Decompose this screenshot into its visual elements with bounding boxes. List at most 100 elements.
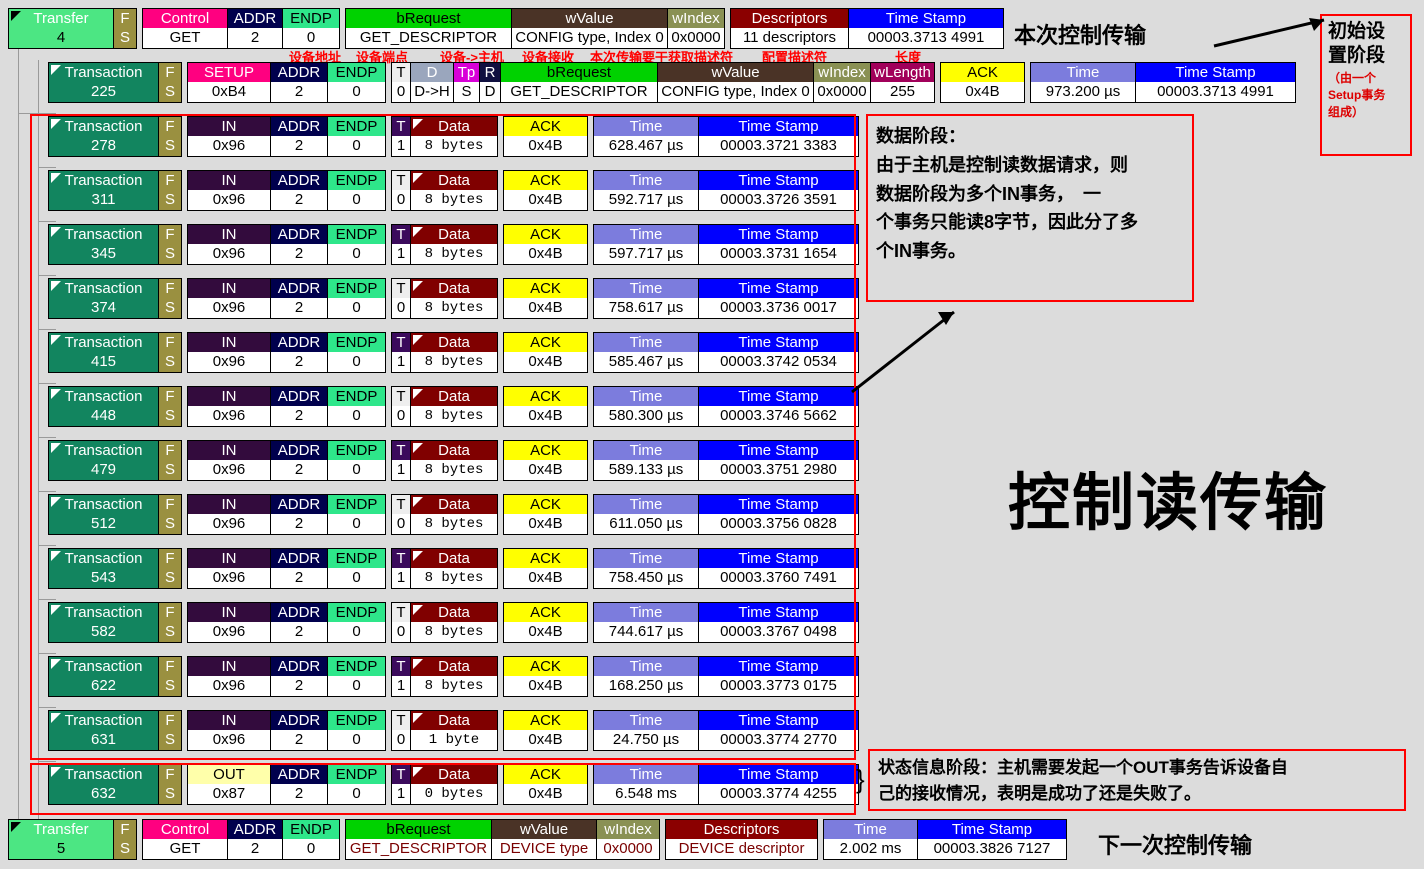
token-group[interactable]: IN 0x96 ADDR 2 ENDP 0 — [187, 710, 386, 751]
data-group[interactable]: T 0 Data 8 bytes — [391, 494, 498, 535]
token-group[interactable]: IN 0x96 ADDR 2 ENDP 0 — [187, 494, 386, 535]
data-group[interactable]: T 0 Data 8 bytes — [391, 278, 498, 319]
ack-group[interactable]: ACK 0x4B — [503, 332, 588, 373]
setup-request-group[interactable]: T 0 D D->H Tp S R D bRequest GET_DESCRIP… — [391, 62, 935, 103]
ack-group[interactable]: ACK 0x4B — [503, 656, 588, 697]
transfer-fields-group[interactable]: Control GET ADDR 2 ENDP 0 — [142, 819, 340, 860]
ack-group[interactable]: ACK 0x4B — [503, 278, 588, 319]
table-row[interactable]: Transaction 278 F S IN 0x96 ADDR 2 ENDP 0 T 1 Data 8 … — [48, 116, 864, 157]
transaction-id-group[interactable]: Transaction 415 F S — [48, 332, 182, 373]
setup-transaction-row[interactable]: Transaction 225 F S SETUP 0xB4 ADDR 2 EN… — [48, 62, 1301, 103]
token-group[interactable]: OUT 0x87 ADDR 2 ENDP 0 — [187, 764, 386, 805]
transaction-id-group[interactable]: Transaction 479 F S — [48, 440, 182, 481]
setup-ack-group[interactable]: ACK 0x4B — [940, 62, 1025, 103]
table-row[interactable]: Transaction 631 F S IN 0x96 ADDR 2 ENDP 0 T 0 Data 1 … — [48, 710, 864, 751]
timing-group[interactable]: Time 580.300 µs Time Stamp 00003.3746 5662 — [593, 386, 859, 427]
table-row[interactable]: Transaction 622 F S IN 0x96 ADDR 2 ENDP 0 T 1 Data 8 … — [48, 656, 864, 697]
transfer-id-group[interactable]: Transfer 4 F S — [8, 8, 137, 49]
table-row[interactable]: Transaction 479 F S IN 0x96 ADDR 2 ENDP 0 T 1 Data 8 … — [48, 440, 864, 481]
transaction-id-group[interactable]: Transaction 622 F S — [48, 656, 182, 697]
timing-group[interactable]: Time 758.617 µs Time Stamp 00003.3736 0017 — [593, 278, 859, 319]
timing-group[interactable]: Time 758.450 µs Time Stamp 00003.3760 7491 — [593, 548, 859, 589]
transaction-id-group[interactable]: Transaction 512 F S — [48, 494, 182, 535]
data-group[interactable]: T 1 Data 8 bytes — [391, 440, 498, 481]
transfer-id-group[interactable]: Transfer 5 F S — [8, 819, 137, 860]
timing-group[interactable]: Time 168.250 µs Time Stamp 00003.3773 0175 — [593, 656, 859, 697]
table-row[interactable]: Transaction 512 F S IN 0x96 ADDR 2 ENDP 0 T 0 Data 8 … — [48, 494, 864, 535]
transaction-id-group[interactable]: Transaction 278 F S — [48, 116, 182, 157]
timing-group[interactable]: Time 585.467 µs Time Stamp 00003.3742 0534 — [593, 332, 859, 373]
setup-timing-group[interactable]: Time 973.200 µs Time Stamp 00003.3713 49… — [1030, 62, 1296, 103]
next-transfer-callout: 下一次控制传输 — [1098, 833, 1253, 858]
token-group[interactable]: IN 0x96 ADDR 2 ENDP 0 — [187, 440, 386, 481]
token-group[interactable]: IN 0x96 ADDR 2 ENDP 0 — [187, 602, 386, 643]
table-row[interactable]: Transaction 345 F S IN 0x96 ADDR 2 ENDP 0 T 1 Data 8 … — [48, 224, 864, 265]
transfer-descriptor-group[interactable]: Descriptors 11 descriptors Time Stamp 00… — [730, 8, 1004, 49]
table-row[interactable]: Transaction 632 F S OUT 0x87 ADDR 2 ENDP 0 T 1 Data 0… — [48, 764, 864, 805]
ack-group[interactable]: ACK 0x4B — [503, 170, 588, 211]
data-group[interactable]: T 1 Data 0 bytes — [391, 764, 498, 805]
token-group[interactable]: IN 0x96 ADDR 2 ENDP 0 — [187, 386, 386, 427]
transaction-id-group[interactable]: Transaction 448 F S — [48, 386, 182, 427]
transaction-id-group[interactable]: Transaction 345 F S — [48, 224, 182, 265]
token-group[interactable]: IN 0x96 ADDR 2 ENDP 0 — [187, 548, 386, 589]
ack-group[interactable]: ACK 0x4B — [503, 710, 588, 751]
ack-group[interactable]: ACK 0x4B — [503, 494, 588, 535]
table-row[interactable]: Transaction 415 F S IN 0x96 ADDR 2 ENDP 0 T 1 Data 8 … — [48, 332, 864, 373]
endp-label: ENDP — [328, 387, 385, 406]
token-group[interactable]: IN 0x96 ADDR 2 ENDP 0 — [187, 656, 386, 697]
table-row[interactable]: Transaction 448 F S IN 0x96 ADDR 2 ENDP 0 T 0 Data 8 … — [48, 386, 864, 427]
transaction-id-group[interactable]: Transaction 582 F S — [48, 602, 182, 643]
token-group[interactable]: IN 0x96 ADDR 2 ENDP 0 — [187, 224, 386, 265]
ack-group[interactable]: ACK 0x4B — [503, 116, 588, 157]
timing-group[interactable]: Time 24.750 µs Time Stamp 00003.3774 2770 — [593, 710, 859, 751]
data-group[interactable]: T 0 Data 1 byte — [391, 710, 498, 751]
table-row[interactable]: Transaction 311 F S IN 0x96 ADDR 2 ENDP 0 T 0 Data 8 … — [48, 170, 864, 211]
transfer-request-group[interactable]: bRequest GET_DESCRIPTOR wValue CONFIG ty… — [345, 8, 725, 49]
pid-value: 0x96 — [188, 352, 270, 372]
timing-group[interactable]: Time 597.717 µs Time Stamp 00003.3731 1654 — [593, 224, 859, 265]
data-group[interactable]: T 0 Data 8 bytes — [391, 170, 498, 211]
setup-token-group[interactable]: SETUP 0xB4 ADDR 2 ENDP 0 — [187, 62, 386, 103]
transaction-id-group[interactable]: Transaction 543 F S — [48, 548, 182, 589]
timing-group[interactable]: Time 6.548 ms Time Stamp 00003.3774 4255 — [593, 764, 859, 805]
transaction-id-group[interactable]: Transaction 632 F S — [48, 764, 182, 805]
token-group[interactable]: IN 0x96 ADDR 2 ENDP 0 — [187, 332, 386, 373]
token-group[interactable]: IN 0x96 ADDR 2 ENDP 0 — [187, 278, 386, 319]
data-group[interactable]: T 1 Data 8 bytes — [391, 548, 498, 589]
transfer-fields-group[interactable]: Control GET ADDR 2 ENDP 0 — [142, 8, 340, 49]
transaction-id-group[interactable]: Transaction 311 F S — [48, 170, 182, 211]
ack-group[interactable]: ACK 0x4B — [503, 440, 588, 481]
token-group[interactable]: IN 0x96 ADDR 2 ENDP 0 — [187, 116, 386, 157]
data-group[interactable]: T 0 Data 8 bytes — [391, 386, 498, 427]
token-group[interactable]: IN 0x96 ADDR 2 ENDP 0 — [187, 170, 386, 211]
transfer-request-group[interactable]: bRequest GET_DESCRIPTOR wValue DEVICE ty… — [345, 819, 660, 860]
table-row[interactable]: Transaction 374 F S IN 0x96 ADDR 2 ENDP 0 T 0 Data 8 … — [48, 278, 864, 319]
timestamp-label: Time Stamp — [699, 657, 858, 676]
ack-value: 0x4B — [504, 622, 587, 642]
timing-group[interactable]: Time 628.467 µs Time Stamp 00003.3721 3383 — [593, 116, 859, 157]
data-group[interactable]: T 1 Data 8 bytes — [391, 332, 498, 373]
data-group[interactable]: T 1 Data 8 bytes — [391, 656, 498, 697]
ack-group[interactable]: ACK 0x4B — [503, 602, 588, 643]
table-row[interactable]: Transaction 582 F S IN 0x96 ADDR 2 ENDP 0 T 0 Data 8 … — [48, 602, 864, 643]
data-group[interactable]: T 1 Data 8 bytes — [391, 116, 498, 157]
ack-group[interactable]: ACK 0x4B — [503, 386, 588, 427]
transfer-descriptor-group[interactable]: Descriptors DEVICE descriptor — [665, 819, 818, 860]
ack-group[interactable]: ACK 0x4B — [503, 224, 588, 265]
ack-group[interactable]: ACK 0x4B — [503, 764, 588, 805]
transaction-id-group[interactable]: Transaction 374 F S — [48, 278, 182, 319]
data-group[interactable]: T 0 Data 8 bytes — [391, 602, 498, 643]
transfer-row-top[interactable]: Transfer 4 F S Control GET ADDR 2 ENDP 0 — [8, 8, 1009, 49]
data-group[interactable]: T 1 Data 8 bytes — [391, 224, 498, 265]
timing-group[interactable]: Time 744.617 µs Time Stamp 00003.3767 0498 — [593, 602, 859, 643]
timing-group[interactable]: Time 592.717 µs Time Stamp 00003.3726 3591 — [593, 170, 859, 211]
table-row[interactable]: Transaction 543 F S IN 0x96 ADDR 2 ENDP 0 T 1 Data 8 … — [48, 548, 864, 589]
transaction-id-group[interactable]: Transaction 631 F S — [48, 710, 182, 751]
timing-group[interactable]: Time 611.050 µs Time Stamp 00003.3756 0828 — [593, 494, 859, 535]
timing-group[interactable]: Time 589.133 µs Time Stamp 00003.3751 2980 — [593, 440, 859, 481]
setup-id-group[interactable]: Transaction 225 F S — [48, 62, 182, 103]
transfer-row-bottom[interactable]: Transfer 5 F S Control GET ADDR 2 ENDP 0 — [8, 819, 1072, 860]
ack-group[interactable]: ACK 0x4B — [503, 548, 588, 589]
transfer-timing-group[interactable]: Time 2.002 ms Time Stamp 00003.3826 7127 — [823, 819, 1067, 860]
